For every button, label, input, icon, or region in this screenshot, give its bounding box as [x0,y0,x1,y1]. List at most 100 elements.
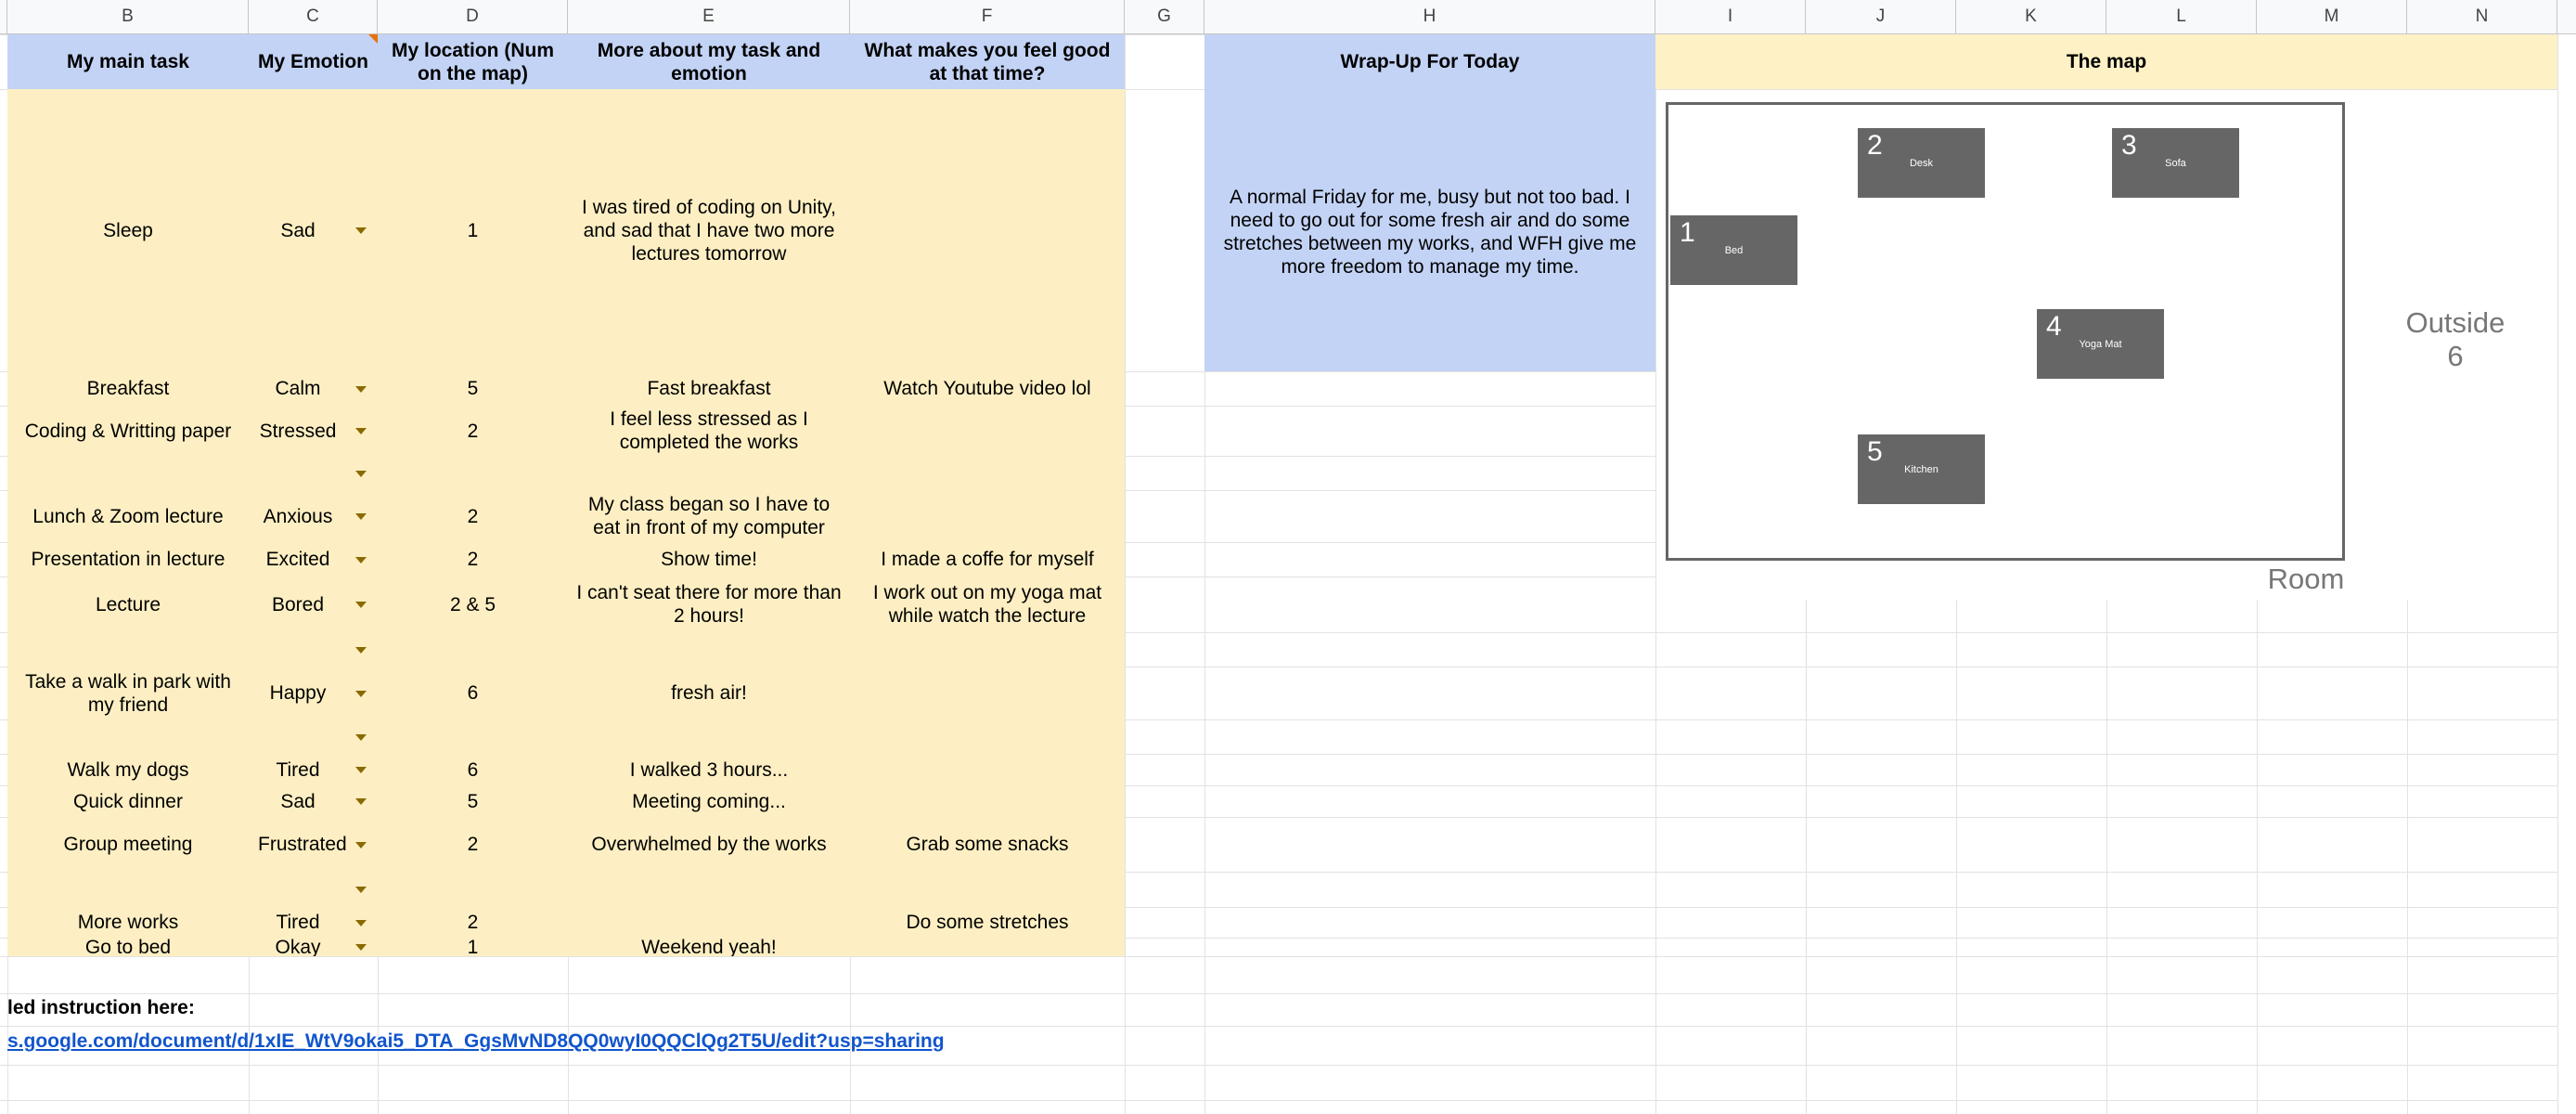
column-header-b[interactable]: B [7,0,249,34]
cell-feel-good[interactable] [850,406,1125,456]
column-header-i[interactable]: I [1655,0,1806,34]
cell-location[interactable]: 2 [378,490,568,542]
dropdown-arrow-icon[interactable] [355,385,367,393]
cell-more[interactable]: Show time! [568,542,850,576]
cell-location[interactable] [378,632,568,667]
column-header-f[interactable]: F [850,0,1125,34]
cell-emotion[interactable]: Okay [249,938,358,956]
cell-feel-good[interactable] [850,938,1125,956]
cell-task[interactable]: Go to bed [7,938,249,956]
dropdown-arrow-icon[interactable] [355,428,367,434]
cell-location[interactable]: 2 [378,542,568,576]
cell-location[interactable]: 2 [378,406,568,456]
cell-feel-good[interactable]: Do some stretches [850,907,1125,938]
cell-more[interactable] [568,719,850,754]
cell-task[interactable] [7,632,249,667]
cell-more[interactable] [568,872,850,907]
cell-emotion[interactable]: Tired [249,754,358,785]
cell-location[interactable]: 1 [378,938,568,956]
cell-emotion[interactable]: Stressed [249,406,358,456]
cell-emotion[interactable]: Bored [249,576,358,632]
dropdown-arrow-icon[interactable] [355,841,367,848]
cell-task[interactable]: Quick dinner [7,785,249,817]
cell-location[interactable]: 2 & 5 [378,576,568,632]
dropdown-arrow-icon[interactable] [355,733,367,741]
cell-more[interactable]: I can't seat there for more than 2 hours… [568,576,850,632]
cell-feel-good[interactable]: Watch Youtube video lol [850,371,1125,406]
cell-more[interactable]: fresh air! [568,667,850,719]
cell-emotion[interactable]: Calm [249,371,358,406]
cell-location[interactable] [378,719,568,754]
cell-task[interactable]: Group meeting [7,817,249,872]
cell-more[interactable] [568,632,850,667]
cell-task[interactable] [7,719,249,754]
cell-task[interactable]: Sleep [7,89,249,371]
cell-feel-good[interactable] [850,456,1125,490]
cell-location[interactable]: 2 [378,907,568,938]
cell-more[interactable]: Meeting coming... [568,785,850,817]
cell-emotion[interactable]: Anxious [249,490,358,542]
dropdown-arrow-icon[interactable] [355,602,367,608]
cell-task[interactable]: Take a walk in park with my friend [7,667,249,719]
cell-emotion[interactable]: Sad [249,89,358,371]
cell-emotion[interactable]: Tired [249,907,358,938]
dropdown-arrow-icon[interactable] [355,690,367,697]
column-header-k[interactable]: K [1956,0,2106,34]
dropdown-arrow-icon[interactable] [355,470,367,477]
cell-feel-good[interactable] [850,785,1125,817]
column-header-n[interactable]: N [2407,0,2557,34]
cell-emotion[interactable] [249,719,358,754]
cell-emotion[interactable] [249,632,358,667]
cell-location[interactable]: 5 [378,785,568,817]
cell-location[interactable] [378,456,568,490]
dropdown-arrow-icon[interactable] [355,227,367,234]
cell-emotion[interactable]: Sad [249,785,358,817]
cell-task[interactable]: More works [7,907,249,938]
cell-emotion[interactable]: Excited [249,542,358,576]
dropdown-arrow-icon[interactable] [355,944,367,951]
column-header-j[interactable]: J [1806,0,1956,34]
cell-feel-good[interactable] [850,872,1125,907]
cell-location[interactable] [378,872,568,907]
cell-location[interactable]: 1 [378,89,568,371]
cell-task[interactable]: Presentation in lecture [7,542,249,576]
cell-emotion[interactable]: Happy [249,667,358,719]
cell-more[interactable]: My class began so I have to eat in front… [568,490,850,542]
cell-task[interactable]: Coding & Writting paper [7,406,249,456]
dropdown-arrow-icon[interactable] [355,887,367,893]
cell-more[interactable]: I was tired of coding on Unity, and sad … [568,89,850,371]
dropdown-arrow-icon[interactable] [355,513,367,520]
cell-location[interactable]: 2 [378,817,568,872]
cell-more[interactable]: I walked 3 hours... [568,754,850,785]
cell-more[interactable]: Weekend yeah! [568,938,850,956]
cell-more[interactable] [568,907,850,938]
column-header-c[interactable]: C [249,0,378,34]
cell-emotion[interactable] [249,456,358,490]
cell-feel-good[interactable]: Grab some snacks [850,817,1125,872]
cell-emotion[interactable]: Frustrated [249,817,358,872]
dropdown-arrow-icon[interactable] [355,767,367,773]
cell-more[interactable]: I feel less stressed as I completed the … [568,406,850,456]
column-header-h[interactable]: H [1204,0,1655,34]
cell-feel-good[interactable] [850,490,1125,542]
cell-task[interactable] [7,456,249,490]
cell-task[interactable]: Breakfast [7,371,249,406]
column-header-e[interactable]: E [568,0,850,34]
cell-emotion[interactable] [249,872,358,907]
cell-location[interactable]: 5 [378,371,568,406]
cell-location[interactable]: 6 [378,754,568,785]
dropdown-arrow-icon[interactable] [355,556,367,563]
cell-task[interactable]: Walk my dogs [7,754,249,785]
column-header-d[interactable]: D [378,0,568,34]
dropdown-arrow-icon[interactable] [355,919,367,926]
column-header-g[interactable]: G [1125,0,1204,34]
cell-feel-good[interactable] [850,719,1125,754]
comment-indicator[interactable] [368,34,378,44]
instruction-link[interactable]: s.google.com/document/d/1xIE_WtV9okai5_D… [7,1030,945,1053]
cell-feel-good[interactable] [850,667,1125,719]
cell-feel-good[interactable]: I made a coffe for myself [850,542,1125,576]
dropdown-arrow-icon[interactable] [355,646,367,654]
cell-location[interactable]: 6 [378,667,568,719]
dropdown-arrow-icon[interactable] [355,798,367,805]
cell-more[interactable] [568,456,850,490]
